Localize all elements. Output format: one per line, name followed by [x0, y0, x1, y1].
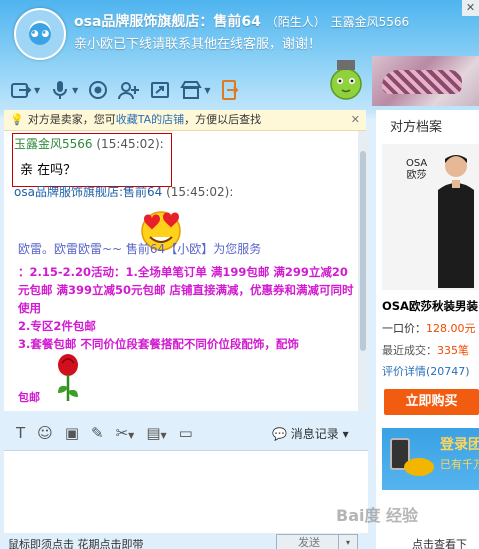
edit-icon[interactable]: ✎: [91, 424, 104, 442]
buy-now-button[interactable]: 立即购买: [384, 389, 479, 415]
promo-line-1: ：2.15-2.20活动：1.全场单笔订单 满199包邮 满299立减20元包邮…: [18, 265, 354, 315]
clipped-promo-text: 包邮: [18, 391, 40, 404]
emoji-icon[interactable]: ☺: [37, 424, 53, 442]
message-time: (15:45:02):: [96, 137, 164, 151]
rating-link[interactable]: 评价详情(20747): [382, 363, 470, 379]
deals-value: 335笔: [437, 344, 469, 357]
history-label: 消息记录: [290, 427, 339, 441]
shoe-image: [382, 70, 462, 94]
ad-title: 登录团: [440, 437, 479, 453]
deals-line: 最近成交：335笔: [382, 342, 469, 358]
send-options-button[interactable]: ▾: [338, 534, 358, 549]
ad-subtitle: 已有千万: [440, 458, 479, 471]
chat-toolbar: ▼ ▼ ▼: [10, 72, 240, 108]
bottom-right-text[interactable]: 点击查看下: [412, 536, 467, 549]
product-name[interactable]: OSA欧莎秋装男装: [382, 298, 478, 314]
coins-icon: [404, 458, 434, 476]
remote-icon[interactable]: ▭: [179, 424, 193, 442]
stranger-tag: （陌生人）: [265, 15, 326, 29]
promo-text: ：2.15-2.20活动：1.全场单笔订单 满199包邮 满299立减20元包邮…: [18, 263, 358, 353]
message-sender: 玉露金风5566 (15:45:02):: [14, 135, 164, 152]
notice-text-after: ，方便以后查找: [184, 113, 262, 126]
shop-icon[interactable]: ▼: [180, 72, 210, 108]
screenshot-icon[interactable]: ✂▼: [116, 424, 135, 442]
price-label: 一口价：: [382, 322, 426, 335]
shop-avatar[interactable]: ◕ ◕: [14, 8, 66, 60]
deals-label: 最近成交：: [382, 344, 437, 357]
product-image[interactable]: OSA 欧莎: [382, 144, 479, 290]
image-icon[interactable]: ▣: [65, 424, 79, 442]
shop-name[interactable]: osa品牌服饰旗舰店：售前64: [74, 14, 261, 30]
message-time: (15:45:02):: [166, 185, 234, 199]
promo-line-3: 3.套餐包邮 不同价位段套餐搭配不同价位段配饰，配饰: [18, 337, 299, 351]
status-message: 亲小欧已下线请联系其他在线客服，谢谢！: [74, 37, 322, 52]
font-icon[interactable]: T: [16, 424, 25, 442]
notice-bar: 💡 对方是卖家，您可收藏TA的店铺，方便以后查找 ✕: [4, 110, 366, 131]
rose-icon: [58, 354, 78, 401]
favorite-shop-link[interactable]: 收藏TA的店铺: [116, 113, 184, 126]
sender-name: osa品牌服饰旗舰店:售前64: [14, 185, 163, 199]
table-icon[interactable]: ▤▼: [146, 424, 166, 442]
brand-line-2: 欧莎: [406, 170, 427, 181]
message-sender: osa品牌服饰旗舰店:售前64 (15:45:02):: [14, 183, 233, 200]
shoe-banner-image[interactable]: [372, 56, 479, 106]
bulb-icon: 💡: [10, 113, 24, 126]
avatar-face-icon: ◕ ◕: [29, 23, 51, 45]
user-id: 玉露金风5566: [330, 15, 410, 29]
login-ad-banner[interactable]: 登录团 已有千万: [382, 428, 479, 490]
panel-title: 对方档案: [390, 120, 443, 135]
message-text: 亲 在吗？: [20, 163, 77, 178]
notice-close-icon[interactable]: ✕: [351, 110, 360, 130]
history-caret: ▾: [342, 427, 349, 441]
profile-panel: 对方档案 OSA 欧莎 OSA欧莎秋装男装 一口价：128.00元 最近成交：33…: [376, 110, 479, 549]
exit-icon[interactable]: [220, 72, 240, 108]
model-image: [438, 155, 474, 288]
chat-scrollbar[interactable]: [358, 131, 368, 411]
mascot-icon: [330, 60, 362, 100]
chat-history: 玉露金风5566 (15:45:02): 亲 在吗？ osa品牌服饰旗舰店:售前…: [4, 131, 358, 411]
send-button[interactable]: 发送: [276, 534, 342, 549]
chat-window: ◕ ◕ osa品牌服饰旗舰店：售前64 （陌生人） 玉露金风5566 亲小欧已下…: [0, 0, 479, 549]
brand-line-1: OSA: [406, 158, 428, 169]
bottom-left-text: 鼠标即须点击 花期点击即带: [8, 538, 144, 549]
price-line: 一口价：128.00元: [382, 320, 476, 336]
reply-text: 欧雷。欧雷欧雷~~ 售前64【小欧】为您服务: [18, 242, 262, 256]
transfer-icon[interactable]: ▼: [10, 72, 40, 108]
camera-icon[interactable]: [88, 72, 108, 108]
sender-name: 玉露金风5566: [14, 137, 93, 151]
message-input[interactable]: [4, 450, 368, 533]
watermark: Bai度 经验: [336, 506, 419, 525]
message-history-button[interactable]: 💬 消息记录 ▾: [272, 425, 349, 442]
microphone-icon[interactable]: ▼: [50, 72, 78, 108]
scrollbar-thumb[interactable]: [360, 151, 366, 351]
chat-title: osa品牌服饰旗舰店：售前64 （陌生人） 玉露金风5566: [74, 11, 454, 31]
window-close-button[interactable]: ✕: [462, 0, 479, 16]
brand-logo: OSA 欧莎: [406, 158, 427, 182]
notice-text-before: 对方是卖家，您可: [27, 113, 116, 126]
add-contact-icon[interactable]: [118, 72, 140, 108]
history-icon: 💬: [272, 427, 287, 441]
share-icon[interactable]: [150, 72, 170, 108]
price-value: 128.00元: [426, 322, 476, 335]
promo-line-2: 2.专区2件包邮: [18, 319, 96, 333]
bottom-bar: 鼠标即须点击 花期点击即带 点击查看下: [0, 534, 479, 549]
